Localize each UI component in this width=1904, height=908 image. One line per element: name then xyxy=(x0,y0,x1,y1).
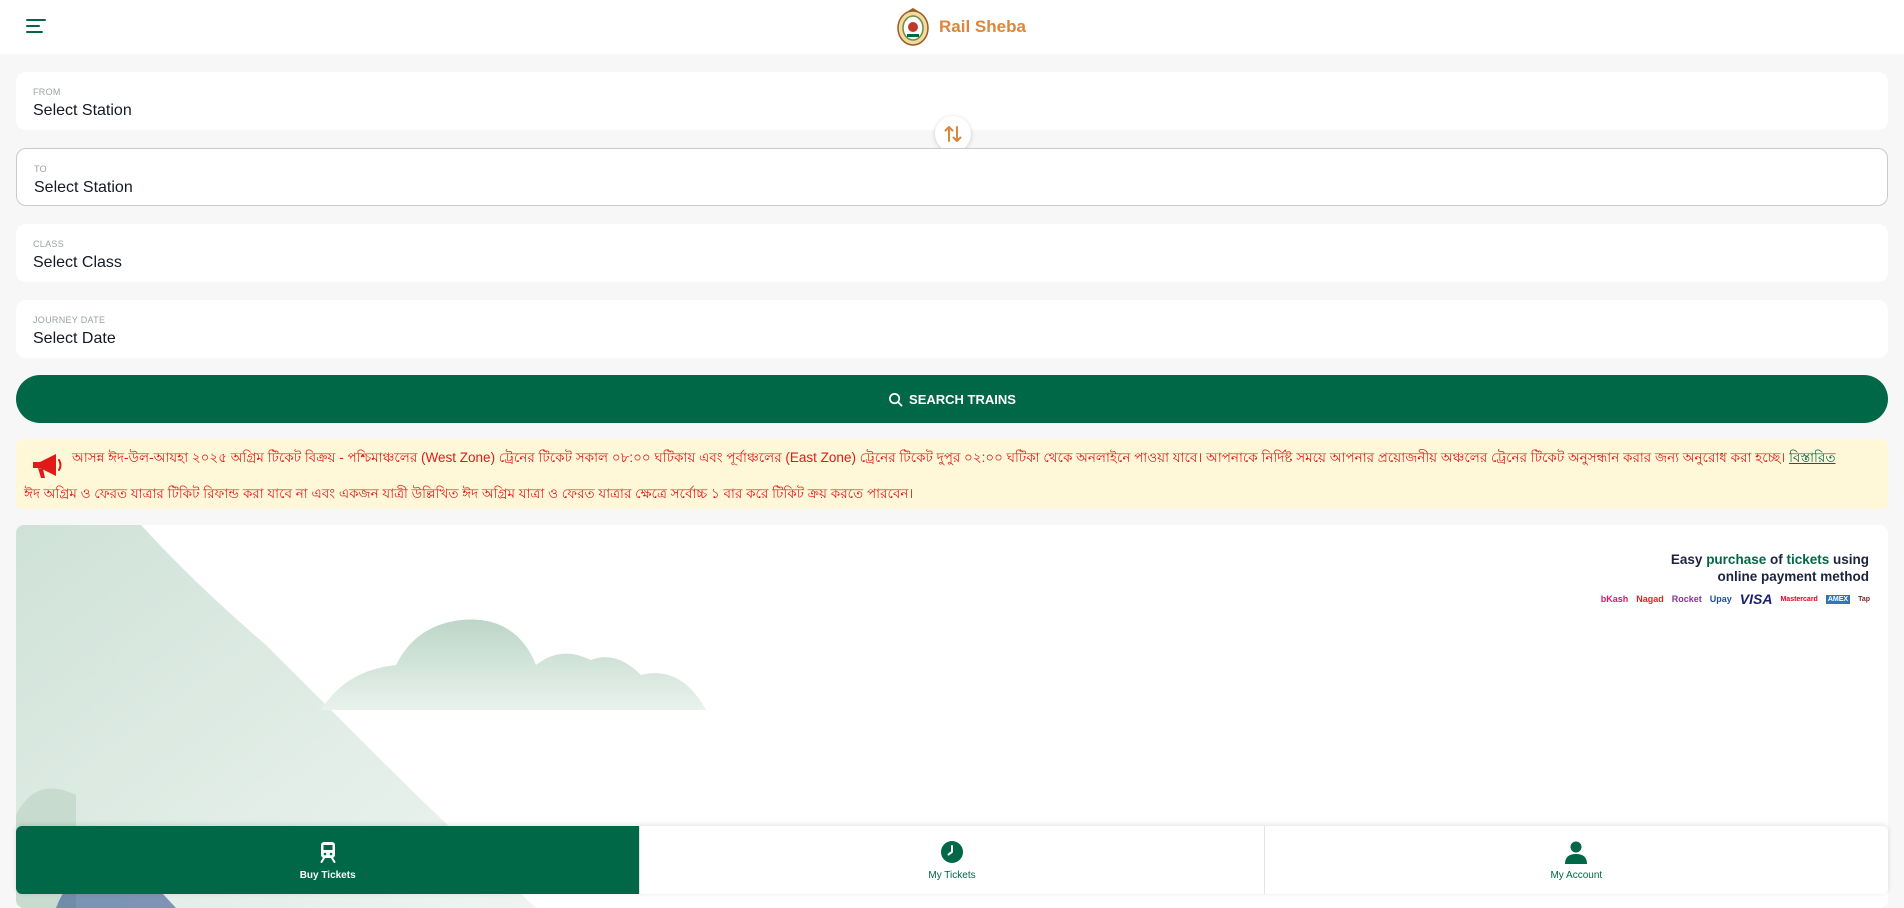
class-label: CLASS xyxy=(33,239,65,249)
class-field[interactable]: CLASS Select Class xyxy=(16,224,1888,282)
train-icon xyxy=(320,841,336,863)
tap-logo: Tap xyxy=(1858,595,1870,603)
promo-text-part: of xyxy=(1766,552,1787,567)
swap-arrows-icon xyxy=(944,126,962,142)
nav-buy-tickets[interactable]: Buy Tickets xyxy=(16,826,640,894)
to-station-field[interactable]: TO Select Station xyxy=(16,148,1888,206)
top-header: Rail Sheba xyxy=(0,0,1904,54)
promo-highlight: purchase xyxy=(1706,552,1767,567)
search-icon xyxy=(889,392,903,406)
nav-my-account[interactable]: My Account xyxy=(1263,826,1888,894)
clock-icon xyxy=(940,840,963,863)
promo-text-part: using xyxy=(1829,552,1869,567)
nav-my-account-label: My Account xyxy=(1550,869,1603,881)
visa-logo: VISA xyxy=(1739,591,1773,607)
search-trains-label: SEARCH TRAINS xyxy=(909,391,1016,407)
amex-logo: AMEX xyxy=(1825,594,1851,604)
bottom-navigation: Buy Tickets My Tickets My Account xyxy=(16,826,1888,894)
mastercard-logo: Mastercard xyxy=(1780,595,1818,603)
from-label: FROM xyxy=(33,87,61,97)
app-name: Rail Sheba xyxy=(939,17,1026,36)
swap-stations-button[interactable] xyxy=(935,116,971,152)
rocket-logo: Rocket xyxy=(1671,594,1702,604)
upay-logo: Upay xyxy=(1709,594,1732,604)
to-value: Select Station xyxy=(34,179,133,196)
railway-emblem-icon xyxy=(895,7,931,47)
notice-text-line1: আসন্ন ঈদ-উল-আযহা ২০২৫ অগ্রিম টিকেট বিক্র… xyxy=(72,447,1872,470)
promo-text-part: Easy xyxy=(1670,552,1707,567)
notice-text: আসন্ন ঈদ-উল-আযহা ২০২৫ অগ্রিম টিকেট বিক্র… xyxy=(72,450,1786,465)
promo-highlight: tickets xyxy=(1786,552,1830,567)
brand[interactable]: Rail Sheba xyxy=(895,7,1026,47)
payment-promo-text: Easy purchase of tickets using online pa… xyxy=(1671,551,1869,585)
megaphone-icon xyxy=(30,449,64,483)
nav-my-tickets[interactable]: My Tickets xyxy=(639,826,1263,894)
to-label: TO xyxy=(34,164,47,174)
promo-text-line2: online payment method xyxy=(1717,569,1869,584)
nagad-logo: Nagad xyxy=(1636,594,1664,604)
bkash-logo: bKash xyxy=(1600,594,1629,604)
notice-banner: আসন্ন ঈদ-উল-আযহা ২০২৫ অগ্রিম টিকেট বিক্র… xyxy=(16,439,1888,509)
notice-details-link[interactable]: বিস্তারিত xyxy=(1789,450,1835,465)
nav-my-tickets-label: My Tickets xyxy=(928,869,976,881)
payment-methods: bKash Nagad Rocket Upay VISA Mastercard … xyxy=(1601,591,1870,607)
from-value: Select Station xyxy=(33,102,132,119)
nav-buy-tickets-label: Buy Tickets xyxy=(299,869,356,881)
search-trains-button[interactable]: SEARCH TRAINS xyxy=(16,375,1888,423)
user-icon xyxy=(1565,841,1588,864)
journey-date-value: Select Date xyxy=(33,330,116,347)
journey-date-field[interactable]: JOURNEY DATE Select Date xyxy=(16,300,1888,358)
notice-text-line2: ঈদ অগ্রিম ও ফেরত যাত্রার টিকিট রিফান্ড ক… xyxy=(24,486,914,501)
hamburger-menu-icon[interactable] xyxy=(24,14,48,38)
class-value: Select Class xyxy=(33,254,122,271)
journey-date-label: JOURNEY DATE xyxy=(33,315,106,325)
